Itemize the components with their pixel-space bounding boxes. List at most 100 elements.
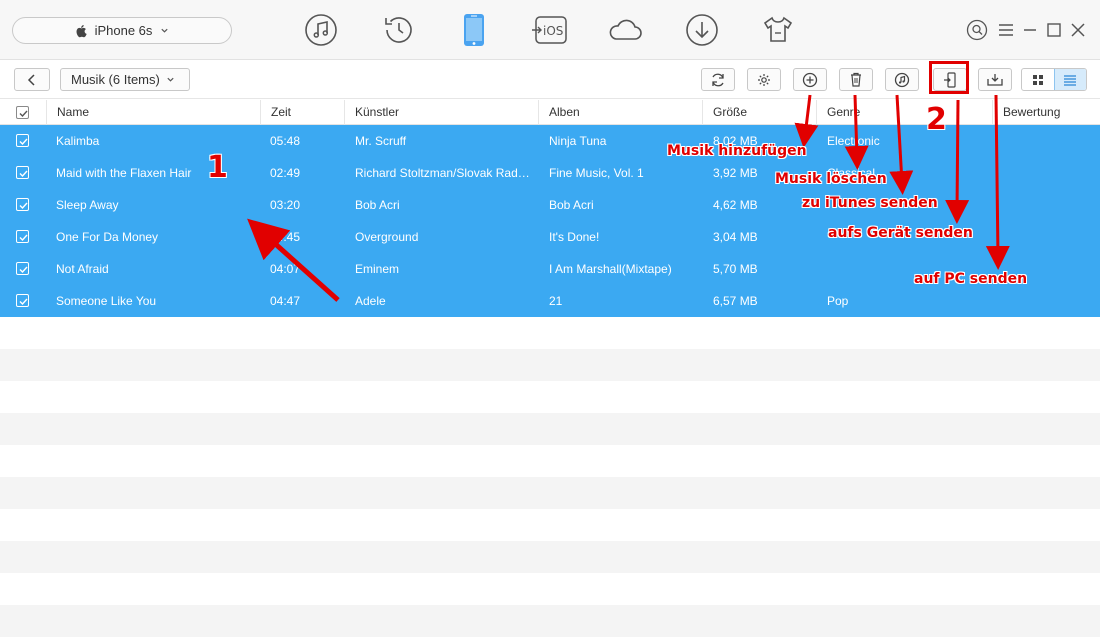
row-checkbox[interactable] <box>16 285 36 317</box>
cell-time: 05:48 <box>270 134 301 148</box>
empty-row <box>0 573 1100 605</box>
column-header-artist[interactable]: Künstler <box>344 100 538 125</box>
minimize-icon[interactable] <box>1019 19 1041 41</box>
cell-size: 3,04 MB <box>713 230 758 244</box>
checkbox-checked-icon[interactable] <box>16 198 29 211</box>
column-header-name[interactable]: Name <box>46 100 260 125</box>
empty-row <box>0 381 1100 413</box>
select-all-check[interactable] <box>16 106 29 119</box>
cell-genre: Pop <box>827 294 849 308</box>
cell-album: Fine Music, Vol. 1 <box>549 166 644 180</box>
cloud-category-icon[interactable] <box>606 11 644 49</box>
maximize-icon[interactable] <box>1043 19 1065 41</box>
cell-album: I Am Marshall(Mixtape) <box>549 262 672 276</box>
empty-row <box>0 317 1100 349</box>
checkbox-checked-icon[interactable] <box>16 294 29 307</box>
checkbox-checked-icon[interactable] <box>16 166 29 179</box>
cell-album: Bob Acri <box>549 198 594 212</box>
annotation-to-pc: auf PC senden <box>914 271 1028 287</box>
cell-artist: Adele <box>355 294 386 308</box>
grid-icon <box>1032 74 1043 85</box>
list-view-button[interactable] <box>1053 69 1086 90</box>
checkbox-checked-icon[interactable] <box>16 134 29 147</box>
ios-transfer-category-icon[interactable]: iOS <box>530 11 570 49</box>
cell-artist: Bob Acri <box>355 198 400 212</box>
cell-name: Someone Like You <box>56 294 157 308</box>
shirt-category-icon[interactable] <box>759 11 797 49</box>
refresh-icon <box>712 73 724 86</box>
row-checkbox[interactable] <box>16 253 36 285</box>
empty-row <box>0 541 1100 573</box>
itunes-icon <box>894 72 910 87</box>
row-checkbox[interactable] <box>16 125 36 157</box>
cell-time: 03:20 <box>270 198 301 212</box>
grid-view-button[interactable] <box>1022 69 1054 90</box>
refresh-button[interactable] <box>701 68 735 91</box>
table-row[interactable]: Someone Like You 04:47 Adele 21 6,57 MB Pop <box>0 285 1100 317</box>
trash-icon <box>851 72 861 87</box>
chevron-down-icon <box>161 28 169 33</box>
checkbox-checked-icon[interactable] <box>16 230 29 243</box>
history-category-icon[interactable] <box>380 11 418 49</box>
column-header-album[interactable]: Alben <box>538 100 702 125</box>
cell-name: One For Da Money <box>56 230 159 244</box>
column-header-rating[interactable]: Bewertung <box>992 100 1100 125</box>
chevron-left-icon <box>27 73 35 86</box>
settings-button[interactable] <box>747 68 781 91</box>
annotation-delete-music: Musik löschen <box>775 171 887 187</box>
cell-name: Sleep Away <box>56 198 119 212</box>
empty-row <box>0 349 1100 381</box>
empty-row <box>0 477 1100 509</box>
cell-time: 02:49 <box>270 166 301 180</box>
device-selector[interactable]: iPhone 6s <box>12 17 232 44</box>
annotation-step-2: 2 <box>926 102 947 137</box>
column-header-time[interactable]: Zeit <box>260 100 344 125</box>
checkbox-checked-icon[interactable] <box>16 262 29 275</box>
send-to-pc-button[interactable] <box>978 68 1012 91</box>
phone-category-icon[interactable] <box>455 11 493 49</box>
row-checkbox[interactable] <box>16 157 36 189</box>
highlight-send-to-device <box>929 61 969 94</box>
back-button[interactable] <box>14 68 50 91</box>
row-checkbox[interactable] <box>16 221 36 253</box>
ios-label: iOS <box>543 24 563 38</box>
chevron-down-icon <box>167 77 174 82</box>
column-header-size[interactable]: Größe <box>702 100 816 125</box>
account-icon[interactable] <box>966 19 988 41</box>
cell-album: 21 <box>549 294 563 308</box>
empty-row <box>0 509 1100 541</box>
plus-circle-icon <box>802 72 818 87</box>
cell-artist: Eminem <box>355 262 400 276</box>
cell-name: Not Afraid <box>56 262 109 276</box>
cell-time: 04:45 <box>270 230 301 244</box>
device-name: iPhone 6s <box>94 23 153 38</box>
cell-time: 04:07 <box>270 262 301 276</box>
cell-time: 04:47 <box>270 294 301 308</box>
empty-row <box>0 413 1100 445</box>
download-category-icon[interactable] <box>683 11 721 49</box>
annotation-add-music: Musik hinzufügen <box>667 143 807 159</box>
cell-artist: Richard Stoltzman/Slovak Radi... <box>355 166 530 180</box>
column-header-genre[interactable]: Genre <box>816 100 992 125</box>
dropdown-label: Musik (6 Items) <box>71 72 160 87</box>
music-category-icon[interactable] <box>302 11 340 49</box>
table-row[interactable]: Maid with the Flaxen Hair 02:49 Richard St… <box>0 157 1100 189</box>
cell-artist: Mr. Scruff <box>355 134 407 148</box>
add-music-button[interactable] <box>793 68 827 91</box>
close-icon[interactable] <box>1067 19 1089 41</box>
list-icon <box>1064 74 1077 86</box>
row-checkbox[interactable] <box>16 189 36 221</box>
menu-icon[interactable] <box>995 19 1017 41</box>
export-to-pc-icon <box>987 73 1003 86</box>
apple-icon <box>76 24 87 37</box>
delete-music-button[interactable] <box>839 68 873 91</box>
empty-row <box>0 445 1100 477</box>
view-toggle <box>1021 68 1087 91</box>
category-dropdown[interactable]: Musik (6 Items) <box>60 68 190 91</box>
select-all-checkbox[interactable] <box>0 100 46 125</box>
top-bar: iPhone 6s iOS <box>0 0 1100 60</box>
cell-size: 5,70 MB <box>713 262 758 276</box>
cell-album: It's Done! <box>549 230 600 244</box>
annotation-to-device: aufs Gerät senden <box>828 225 973 241</box>
send-to-itunes-button[interactable] <box>885 68 919 91</box>
